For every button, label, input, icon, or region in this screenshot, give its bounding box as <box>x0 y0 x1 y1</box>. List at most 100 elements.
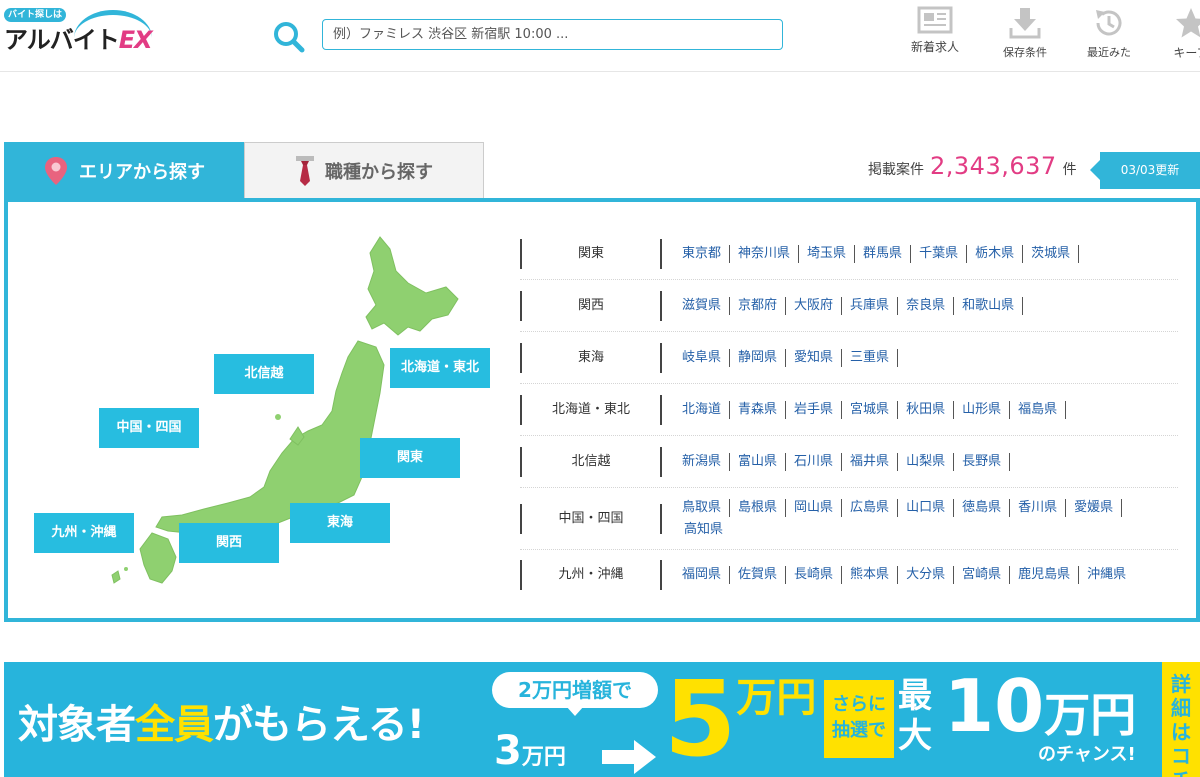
area-search-panel: 北信越 北海道・東北 中国・四国 関東 東海 九州・沖縄 関西 関東 東京都 神… <box>4 198 1200 622</box>
prefecture-link[interactable]: 北海道 <box>676 400 731 419</box>
prefecture-link[interactable]: 和歌山県 <box>954 296 1024 315</box>
prefecture-link[interactable]: 富山県 <box>730 452 787 471</box>
prefecture-link[interactable]: 島根県 <box>730 498 787 517</box>
arrow-right-icon <box>602 740 656 774</box>
nav-new-jobs-label: 新着求人 <box>910 40 959 54</box>
prefecture-link[interactable]: 石川県 <box>786 452 843 471</box>
prefecture-link[interactable]: 佐賀県 <box>730 566 787 584</box>
nav-keep[interactable]: 0 キープ <box>1166 6 1200 61</box>
nav-recently-viewed-label: 最近みた <box>1087 46 1131 59</box>
prefecture-link[interactable]: 岡山県 <box>786 498 843 517</box>
banner-headline-b: 全員 <box>135 702 214 748</box>
prefecture-link[interactable]: 静岡県 <box>730 348 787 367</box>
prefecture-link[interactable]: 大阪府 <box>786 296 843 315</box>
prefecture-link[interactable]: 大分県 <box>898 566 955 584</box>
prefecture-link[interactable]: 千葉県 <box>911 244 968 263</box>
prefecture-list: 北海道 青森県 岩手県 宮城県 秋田県 山形県 福島県 <box>666 399 1178 421</box>
prefecture-link[interactable]: 長野県 <box>954 452 1011 471</box>
banner-max: 最大 <box>898 676 932 756</box>
map-region-hokkaido-tohoku[interactable]: 北海道・東北 <box>390 348 490 388</box>
prefecture-link[interactable]: 兵庫県 <box>842 296 899 315</box>
history-icon <box>1096 10 1122 36</box>
listing-count: 掲載案件 2,343,637 件 <box>868 152 1077 180</box>
update-date-flag: 03/03更新 <box>1090 152 1200 189</box>
download-icon <box>1009 8 1041 39</box>
prefecture-link[interactable]: 滋賀県 <box>676 296 731 315</box>
map-region-kanto[interactable]: 関東 <box>360 438 460 478</box>
map-pin-icon <box>45 156 67 185</box>
banner-chance: のチャンス! <box>1038 744 1136 765</box>
map-region-chugoku-shikoku[interactable]: 中国・四国 <box>99 408 199 448</box>
banner-max-unit: 万円 <box>1044 688 1137 742</box>
prefecture-link[interactable]: 沖縄県 <box>1079 566 1134 584</box>
prefecture-link[interactable]: 鹿児島県 <box>1010 566 1080 584</box>
tab-job-search[interactable]: 職種から探す <box>244 142 484 199</box>
prefecture-link[interactable]: 奈良県 <box>898 296 955 315</box>
prefecture-list: 東京都 神奈川県 埼玉県 群馬県 千葉県 栃木県 茨城県 <box>666 243 1178 265</box>
prefecture-link[interactable]: 山梨県 <box>898 452 955 471</box>
prefecture-link[interactable]: 山形県 <box>954 400 1011 419</box>
banner-headline-c: がもらえる! <box>213 702 425 748</box>
prefecture-link[interactable]: 福井県 <box>842 452 899 471</box>
listing-count-label: 掲載案件 <box>868 162 924 178</box>
nav-recently-viewed[interactable]: 最近みた <box>1082 6 1136 60</box>
prefecture-link[interactable]: 徳島県 <box>954 498 1011 517</box>
prefecture-link[interactable]: 新潟県 <box>676 452 731 471</box>
map-region-hokushinetsu[interactable]: 北信越 <box>214 354 314 394</box>
prefecture-link[interactable]: 埼玉県 <box>799 244 856 263</box>
listing-count-unit: 件 <box>1062 162 1077 178</box>
map-hokkaido <box>365 236 459 336</box>
site-header: バイト探しは アルバイトEX 新着求人 保存条件 <box>0 0 1200 72</box>
promo-banner[interactable]: 対象者全員がもらえる! 2万円増額で 3万円 5万円 さらに抽選で 最大 10万… <box>4 662 1200 777</box>
prefecture-link[interactable]: 長崎県 <box>786 566 843 584</box>
tab-job-label: 職種から探す <box>325 162 433 183</box>
prefecture-link[interactable]: 岩手県 <box>786 400 843 419</box>
prefecture-link[interactable]: 京都府 <box>730 296 787 315</box>
banner-detail-button[interactable]: 詳細はコチ <box>1162 662 1200 777</box>
prefecture-link[interactable]: 山口県 <box>898 498 955 517</box>
prefecture-link[interactable]: 秋田県 <box>898 400 955 419</box>
prefecture-list: 滋賀県 京都府 大阪府 兵庫県 奈良県 和歌山県 <box>666 295 1178 317</box>
prefecture-link[interactable]: 福島県 <box>1010 400 1067 419</box>
page: バイト探しは アルバイトEX 新着求人 保存条件 <box>0 0 1200 777</box>
prefecture-link[interactable]: 愛知県 <box>786 348 843 367</box>
nav-saved-conditions[interactable]: 保存条件 <box>998 6 1052 60</box>
prefecture-link[interactable]: 熊本県 <box>842 566 899 584</box>
prefecture-link[interactable]: 東京都 <box>676 244 731 263</box>
search-icon[interactable] <box>272 20 306 54</box>
banner-headline: 対象者全員がもらえる! <box>18 692 425 750</box>
prefecture-link[interactable]: 栃木県 <box>967 244 1024 263</box>
region-row-chugoku-shikoku: 中国・四国 鳥取県 島根県 岡山県 広島県 山口県 徳島県 香川県 愛媛県 高知… <box>520 488 1178 550</box>
prefecture-link[interactable]: 高知県 <box>676 521 731 539</box>
map-kyushu <box>139 532 177 584</box>
logo-wordmark-text: アルバイト <box>4 26 120 54</box>
prefecture-link[interactable]: 神奈川県 <box>730 244 800 263</box>
prefecture-link[interactable]: 香川県 <box>1010 498 1067 517</box>
prefecture-link[interactable]: 三重県 <box>842 348 899 367</box>
logo-wordmark: アルバイトEX <box>4 24 153 56</box>
map-region-tokai[interactable]: 東海 <box>290 503 390 543</box>
prefecture-link[interactable]: 鳥取県 <box>676 498 731 517</box>
map-islet <box>275 414 281 420</box>
prefecture-link[interactable]: 広島県 <box>842 498 899 517</box>
prefecture-link[interactable]: 群馬県 <box>855 244 912 263</box>
prefecture-link[interactable]: 岐阜県 <box>676 348 731 367</box>
banner-lottery: さらに抽選で <box>824 680 894 758</box>
site-logo[interactable]: バイト探しは アルバイトEX <box>4 8 164 60</box>
prefecture-link[interactable]: 宮城県 <box>842 400 899 419</box>
nav-new-jobs[interactable]: 新着求人 <box>904 6 966 55</box>
region-row-tokai: 東海 岐阜県 静岡県 愛知県 三重県 <box>520 332 1178 384</box>
newspaper-icon <box>917 6 953 34</box>
prefecture-link[interactable]: 福岡県 <box>676 566 731 584</box>
star-icon <box>1176 8 1200 38</box>
map-region-kansai[interactable]: 関西 <box>179 523 279 563</box>
prefecture-link[interactable]: 青森県 <box>730 400 787 419</box>
search-input[interactable] <box>322 19 783 50</box>
prefecture-list: 福岡県 佐賀県 長崎県 熊本県 大分県 宮崎県 鹿児島県 沖縄県 <box>666 564 1178 586</box>
map-region-kyushu-okinawa[interactable]: 九州・沖縄 <box>34 513 134 553</box>
tab-area-search[interactable]: エリアから探す <box>4 142 244 199</box>
region-row-kanto: 関東 東京都 神奈川県 埼玉県 群馬県 千葉県 栃木県 茨城県 <box>520 228 1178 280</box>
prefecture-link[interactable]: 宮崎県 <box>954 566 1011 584</box>
prefecture-link[interactable]: 茨城県 <box>1023 244 1080 263</box>
prefecture-link[interactable]: 愛媛県 <box>1066 498 1123 517</box>
